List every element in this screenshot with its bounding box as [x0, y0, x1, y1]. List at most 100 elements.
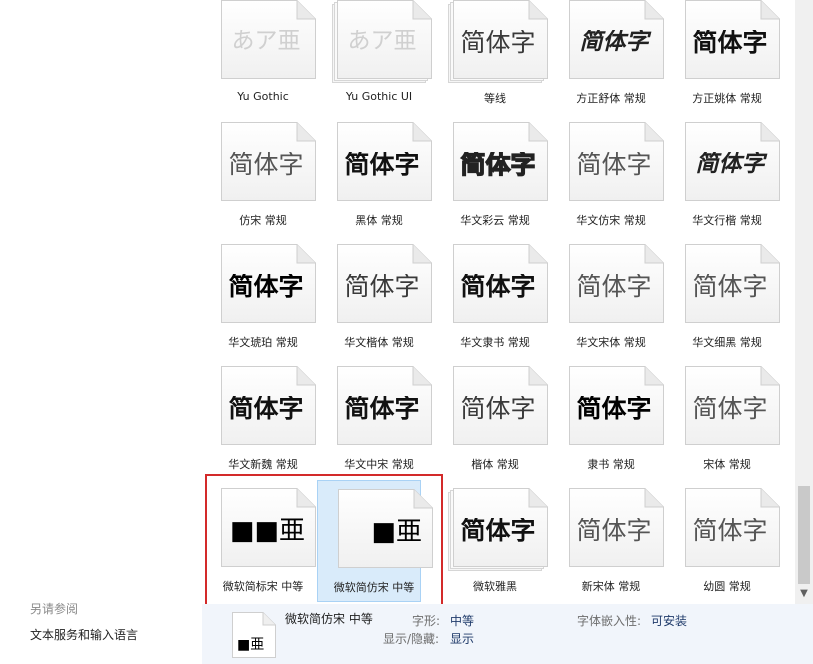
font-file-icon: あア亜 [221, 0, 316, 80]
font-grid: あア亜 Yu Gothic あア亜 Yu Gothic UI 简体字 等线 简体字 方正舒体 … [202, 0, 795, 604]
font-name-label: 华文新魏 常规 [228, 458, 298, 471]
font-tile[interactable]: 简体字 方正姚体 常规 [669, 0, 780, 112]
font-sample: 简体字 [228, 274, 304, 299]
font-sample: 简体字 [692, 30, 768, 55]
font-name-label: 微软简标宋 中等 [222, 580, 304, 593]
font-tile[interactable]: 简体字 隶书 常规 [553, 360, 664, 478]
font-sample: あア亜 [231, 30, 301, 53]
font-tile[interactable]: 简体字华文中宋 常规 [321, 360, 432, 478]
details-embed-label: 字体嵌入性: [577, 614, 642, 628]
font-sample: あア亜 [347, 30, 417, 53]
details-show-label: 显示/隐藏: [383, 632, 440, 646]
font-sample: 简体字 [460, 518, 536, 543]
font-tile[interactable]: あア亜 Yu Gothic [205, 0, 316, 112]
details-font-thumbnail-icon: ■亜 [232, 612, 276, 658]
font-name-label: 华文中宋 常规 [344, 458, 414, 471]
font-file-icon: 简体字 [337, 244, 432, 324]
font-tile[interactable]: 简体字 黑体 常规 [321, 116, 432, 234]
font-name-label: 新宋体 常规 [581, 580, 641, 593]
font-tile[interactable]: 简体字 仿宋 常规 [205, 116, 316, 234]
font-file-icon: 简体字 [221, 366, 316, 446]
font-file-icon: 简体字 [569, 0, 664, 80]
font-name-label: 方正舒体 常规 [576, 92, 646, 105]
font-sample: 简体字 [692, 518, 768, 543]
font-tile[interactable]: 简体字 等线 [437, 0, 548, 112]
font-tile[interactable]: ■■亜微软简标宋 中等 [205, 482, 316, 600]
font-file-icon: 简体字 [569, 366, 664, 446]
scroll-down-arrow-icon[interactable]: ▼ [795, 586, 813, 602]
font-name-label: 华文仿宋 常规 [576, 214, 646, 227]
font-file-icon: 简体字 [569, 488, 664, 568]
font-tile[interactable]: 简体字 宋体 常规 [669, 360, 780, 478]
font-name-label: 隶书 常规 [587, 458, 635, 471]
font-file-icon: 简体字 [453, 244, 548, 324]
font-tile[interactable]: 简体字 幼圆 常规 [669, 482, 780, 600]
font-name-label: 楷体 常规 [471, 458, 519, 471]
text-services-link[interactable]: 文本服务和输入语言 [30, 626, 138, 643]
font-tile[interactable]: 简体字 华文宋体 常规 [553, 238, 664, 356]
font-tile[interactable]: 简体字楷体 常规 [437, 360, 548, 478]
font-name-label: 微软简仿宋 中等 [333, 581, 415, 594]
font-sample: 简体字 [579, 30, 649, 53]
font-file-icon: 简体字 [685, 122, 780, 202]
font-name-label: 华文彩云 常规 [460, 214, 530, 227]
font-file-icon: 简体字 [453, 122, 548, 202]
font-sample: ■■亜 [229, 518, 305, 544]
font-name-label: 华文细黑 常规 [692, 336, 762, 349]
font-name-label: 微软雅黑 [473, 580, 517, 593]
font-sample: 简体字 [228, 396, 304, 421]
font-file-icon: ■■亜 [221, 488, 316, 568]
font-tile[interactable]: 简体字方正舒体 常规 [553, 0, 664, 112]
font-tile[interactable]: ■亜微软简仿宋 中等 [317, 480, 433, 602]
font-sample: 简体字 [344, 152, 420, 177]
font-sample: ■亜 [371, 519, 422, 545]
font-tile[interactable]: 简体字 新宋体 常规 [553, 482, 664, 600]
font-tile[interactable]: 简体字华文细黑 常规 [669, 238, 780, 356]
vertical-scrollbar[interactable]: ▼ [795, 0, 813, 604]
font-file-icon: 简体字 [221, 122, 316, 202]
font-sample: 简体字 [576, 274, 652, 299]
font-control-panel: 另请参阅 文本服务和输入语言 あア亜 Yu Gothic あア亜 Yu Gothic … [0, 0, 813, 664]
font-sample: 简体字 [344, 396, 420, 421]
font-sample: 简体字 [576, 518, 652, 543]
font-file-icon: 简体字 [453, 366, 548, 446]
font-file-icon: 简体字 [221, 244, 316, 324]
font-sample: 简体字 [692, 396, 768, 421]
font-name-label: Yu Gothic UI [345, 90, 413, 103]
font-file-icon: 简体字 [569, 122, 664, 202]
font-tile[interactable]: 简体字华文新魏 常规 [205, 360, 316, 478]
font-tile[interactable]: 简体字 华文琥珀 常规 [205, 238, 316, 356]
see-also-title: 另请参阅 [30, 602, 79, 616]
details-style-label: 字形: [412, 614, 441, 628]
font-name-label: 幼圆 常规 [703, 580, 751, 593]
font-file-icon: 简体字 [685, 488, 780, 568]
font-sample: 简体字 [228, 152, 304, 177]
font-name-label: 等线 [484, 92, 506, 105]
font-tile[interactable]: 简体字华文楷体 常规 [321, 238, 432, 356]
font-sample: 简体字 [576, 152, 652, 177]
font-tile[interactable]: 简体字 微软雅黑 [437, 482, 548, 600]
font-sample: 简体字 [576, 396, 652, 421]
font-file-icon: 简体字 [685, 244, 780, 324]
details-style-value: 中等 [450, 614, 475, 628]
details-embed-value: 可安装 [651, 614, 688, 628]
font-sample: 简体字 [692, 274, 768, 299]
font-file-icon: 简体字 [337, 366, 432, 446]
font-tile[interactable]: 简体字华文行楷 常规 [669, 116, 780, 234]
scroll-thumb[interactable] [798, 486, 810, 584]
font-name-label: Yu Gothic [237, 90, 289, 103]
font-name-label: 宋体 常规 [703, 458, 751, 471]
font-name-label: 华文行楷 常规 [692, 214, 762, 227]
font-tile[interactable]: 简体字华文仿宋 常规 [553, 116, 664, 234]
left-pane: 另请参阅 文本服务和输入语言 [0, 0, 202, 664]
font-name-label: 华文楷体 常规 [344, 336, 414, 349]
font-tile[interactable]: 简体字华文彩云 常规 [437, 116, 548, 234]
font-sample: 简体字 [460, 30, 536, 55]
font-sample: 简体字 [460, 152, 536, 177]
font-sample: 简体字 [460, 274, 536, 299]
font-tile[interactable]: あア亜 Yu Gothic UI [321, 0, 432, 112]
font-tile[interactable]: 简体字 华文隶书 常规 [437, 238, 548, 356]
font-file-icon: 简体字 [337, 122, 432, 202]
font-sample: 简体字 [695, 152, 765, 175]
details-thumb-sample: ■亜 [237, 637, 265, 653]
